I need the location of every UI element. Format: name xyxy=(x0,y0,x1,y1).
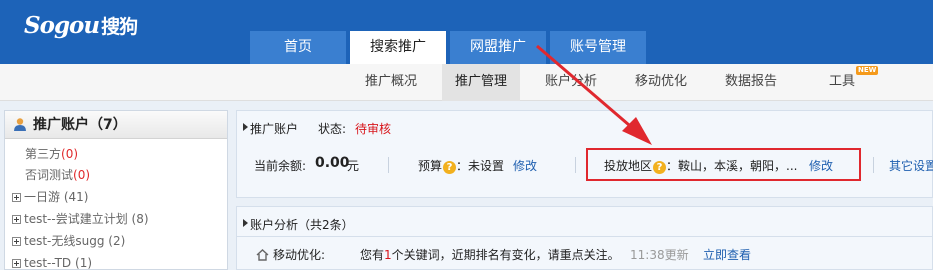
annotation-arrow xyxy=(536,44,652,145)
